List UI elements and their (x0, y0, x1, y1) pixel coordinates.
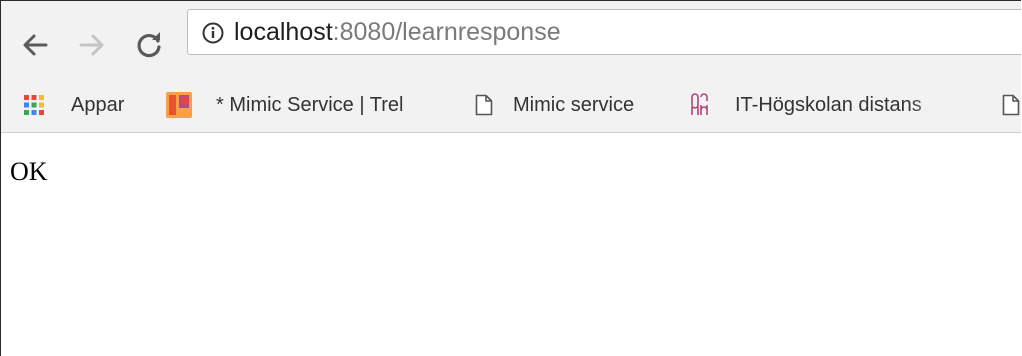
back-button[interactable] (17, 27, 53, 63)
itslearning-icon (691, 93, 708, 115)
bookmark-apps[interactable]: Appar (23, 77, 124, 133)
bookmark-mimic-service-trello[interactable]: * Mimic Service | Trel (166, 77, 446, 133)
bookmarks-bar: Appar * Mimic Service | Trel Mimic servi… (1, 77, 1021, 133)
apps-grid-icon (24, 95, 44, 115)
url-path: :8080/learnresponse (332, 18, 561, 46)
bookmark-label: Mimic service (513, 93, 635, 116)
reload-icon (137, 32, 161, 58)
browser-toolbar: localhost:8080/learnresponse (1, 1, 1021, 77)
arrow-right-icon (79, 34, 104, 56)
bookmark-page[interactable] (1002, 77, 1020, 133)
page-icon (475, 94, 493, 116)
page-content: OK (1, 133, 1021, 356)
bookmark-label: Appar (71, 93, 125, 116)
forward-button[interactable] (74, 27, 110, 63)
address-bar[interactable]: localhost:8080/learnresponse (187, 9, 1021, 55)
browser-window: localhost:8080/learnresponse Appar * Mim… (0, 0, 1021, 356)
bookmark-mimic-service[interactable]: Mimic service (475, 77, 634, 133)
info-icon[interactable] (202, 22, 224, 44)
trello-icon (166, 92, 192, 118)
url-text[interactable]: localhost:8080/learnresponse (234, 10, 561, 54)
bookmark-label: * Mimic Service | Trel (216, 93, 404, 116)
bookmark-label: IT-Högskolan distans (735, 93, 922, 116)
response-text: OK (10, 157, 48, 186)
reload-button[interactable] (131, 27, 167, 63)
arrow-left-icon (23, 34, 48, 56)
bookmark-it-hogskolan[interactable]: IT-Högskolan distans (689, 77, 953, 133)
page-icon (1002, 94, 1020, 116)
url-host: localhost (234, 18, 333, 46)
